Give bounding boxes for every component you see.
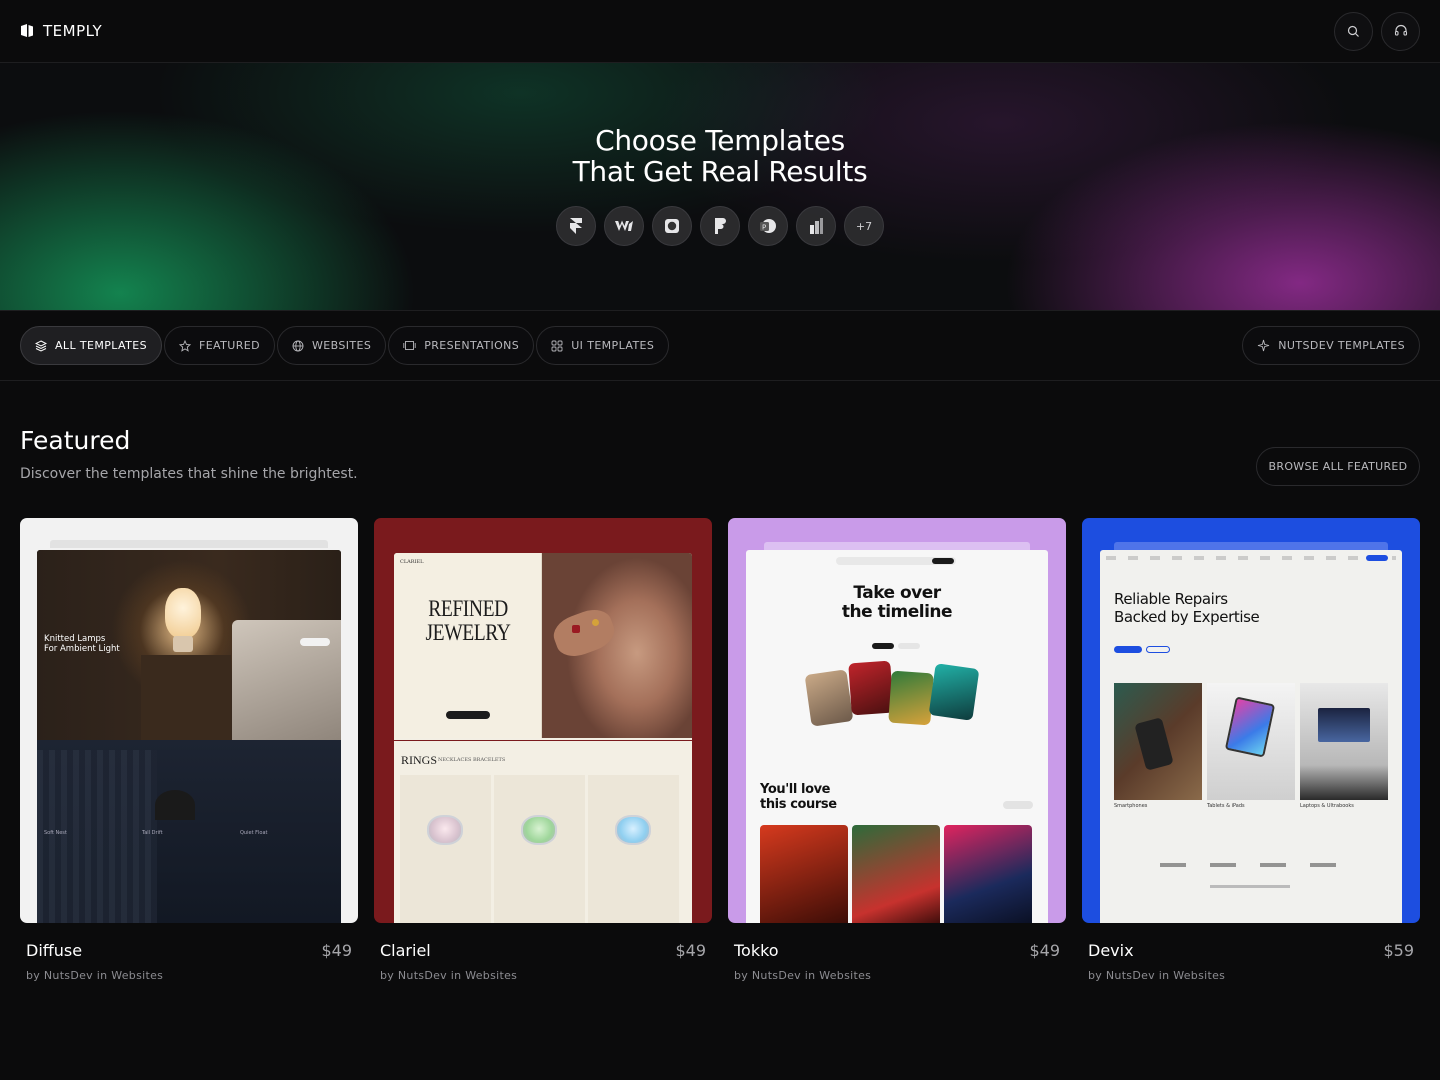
hero-banner: Choose Templates That Get Real Results P… [0,63,1440,310]
template-thumbnail[interactable]: Reliable Repairs Backed by Expertise Smar… [1082,518,1420,923]
search-icon [1347,25,1359,37]
template-name[interactable]: Clariel [380,941,431,960]
template-byline: by NutsDev in Websites [380,969,518,982]
support-button[interactable] [1381,11,1420,51]
template-price: $49 [675,941,706,960]
grid-icon [551,340,563,351]
slides-icon [403,341,416,350]
preview-headline: Take over the timeline [841,583,953,622]
filter-ui-templates[interactable]: UI TEMPLATES [536,326,670,365]
search-button[interactable] [1334,11,1373,51]
framer-icon[interactable] [556,206,596,246]
template-name[interactable]: Diffuse [26,941,82,960]
section-title: Featured [20,426,131,455]
template-price: $49 [321,941,352,960]
template-name[interactable]: Devix [1088,941,1134,960]
filter-presentations[interactable]: PRESENTATIONS [388,326,535,365]
layers-icon [35,339,47,352]
template-card-clariel[interactable]: CLARIEL REFINED JEWELRY RINGS NECKLACES B… [374,518,712,982]
svg-text:P: P [762,224,766,232]
template-thumbnail[interactable]: Take over the timeline You'll love this co… [728,518,1066,923]
section-subtitle: Discover the templates that shine the br… [20,466,358,482]
preview-headline: REFINED JEWELRY [425,596,511,645]
category-filter-bar: ALL TEMPLATES FEATURED WEBSITES PRESENTA… [0,310,1440,381]
filter-all-templates[interactable]: ALL TEMPLATES [20,326,162,365]
tool-icons: P +7 [556,206,884,246]
filter-websites[interactable]: WEBSITES [276,326,387,365]
template-byline: by NutsDev in Websites [1088,969,1226,982]
hero-title: Choose Templates That Get Real Results [572,124,868,188]
top-bar: TEMPLY [0,0,1440,63]
keynote-icon[interactable] [796,206,836,246]
logo-icon [20,23,35,39]
more-tools-badge[interactable]: +7 [844,206,884,246]
template-name[interactable]: Tokko [734,941,779,960]
squarespace-icon[interactable] [652,206,692,246]
filter-nutsdev-templates[interactable]: NUTSDEV TEMPLATES [1242,326,1420,365]
globe-icon [292,340,304,351]
template-byline: by NutsDev in Websites [26,969,164,982]
template-thumbnail[interactable]: CLARIEL REFINED JEWELRY RINGS NECKLACES B… [374,518,712,923]
figma-icon[interactable] [700,206,740,246]
preview-headline: Knitted Lamps For Ambient Light [44,634,120,654]
app-logo[interactable]: TEMPLY [20,22,102,40]
template-card-diffuse[interactable]: Knitted Lamps For Ambient Light Soft Nest… [20,518,358,982]
filter-featured[interactable]: FEATURED [163,326,275,365]
star-icon [178,339,191,352]
template-byline: by NutsDev in Websites [734,969,872,982]
template-card-tokko[interactable]: Take over the timeline You'll love this co… [728,518,1066,982]
preview-subheadline: You'll love this course [760,782,837,812]
browse-all-featured-button[interactable]: BROWSE ALL FEATURED [1256,447,1420,486]
sparkle-icon [1258,339,1270,352]
headset-icon [1394,24,1407,36]
powerpoint-icon[interactable]: P [748,206,788,246]
app-name: TEMPLY [43,22,103,40]
template-price: $49 [1029,941,1060,960]
template-price: $59 [1383,941,1414,960]
preview-headline: Reliable Repairs Backed by Expertise [1114,590,1260,626]
webflow-icon[interactable] [604,206,644,246]
template-thumbnail[interactable]: Knitted Lamps For Ambient Light Soft Nest… [20,518,358,923]
template-card-devix[interactable]: Reliable Repairs Backed by Expertise Smar… [1082,518,1420,982]
